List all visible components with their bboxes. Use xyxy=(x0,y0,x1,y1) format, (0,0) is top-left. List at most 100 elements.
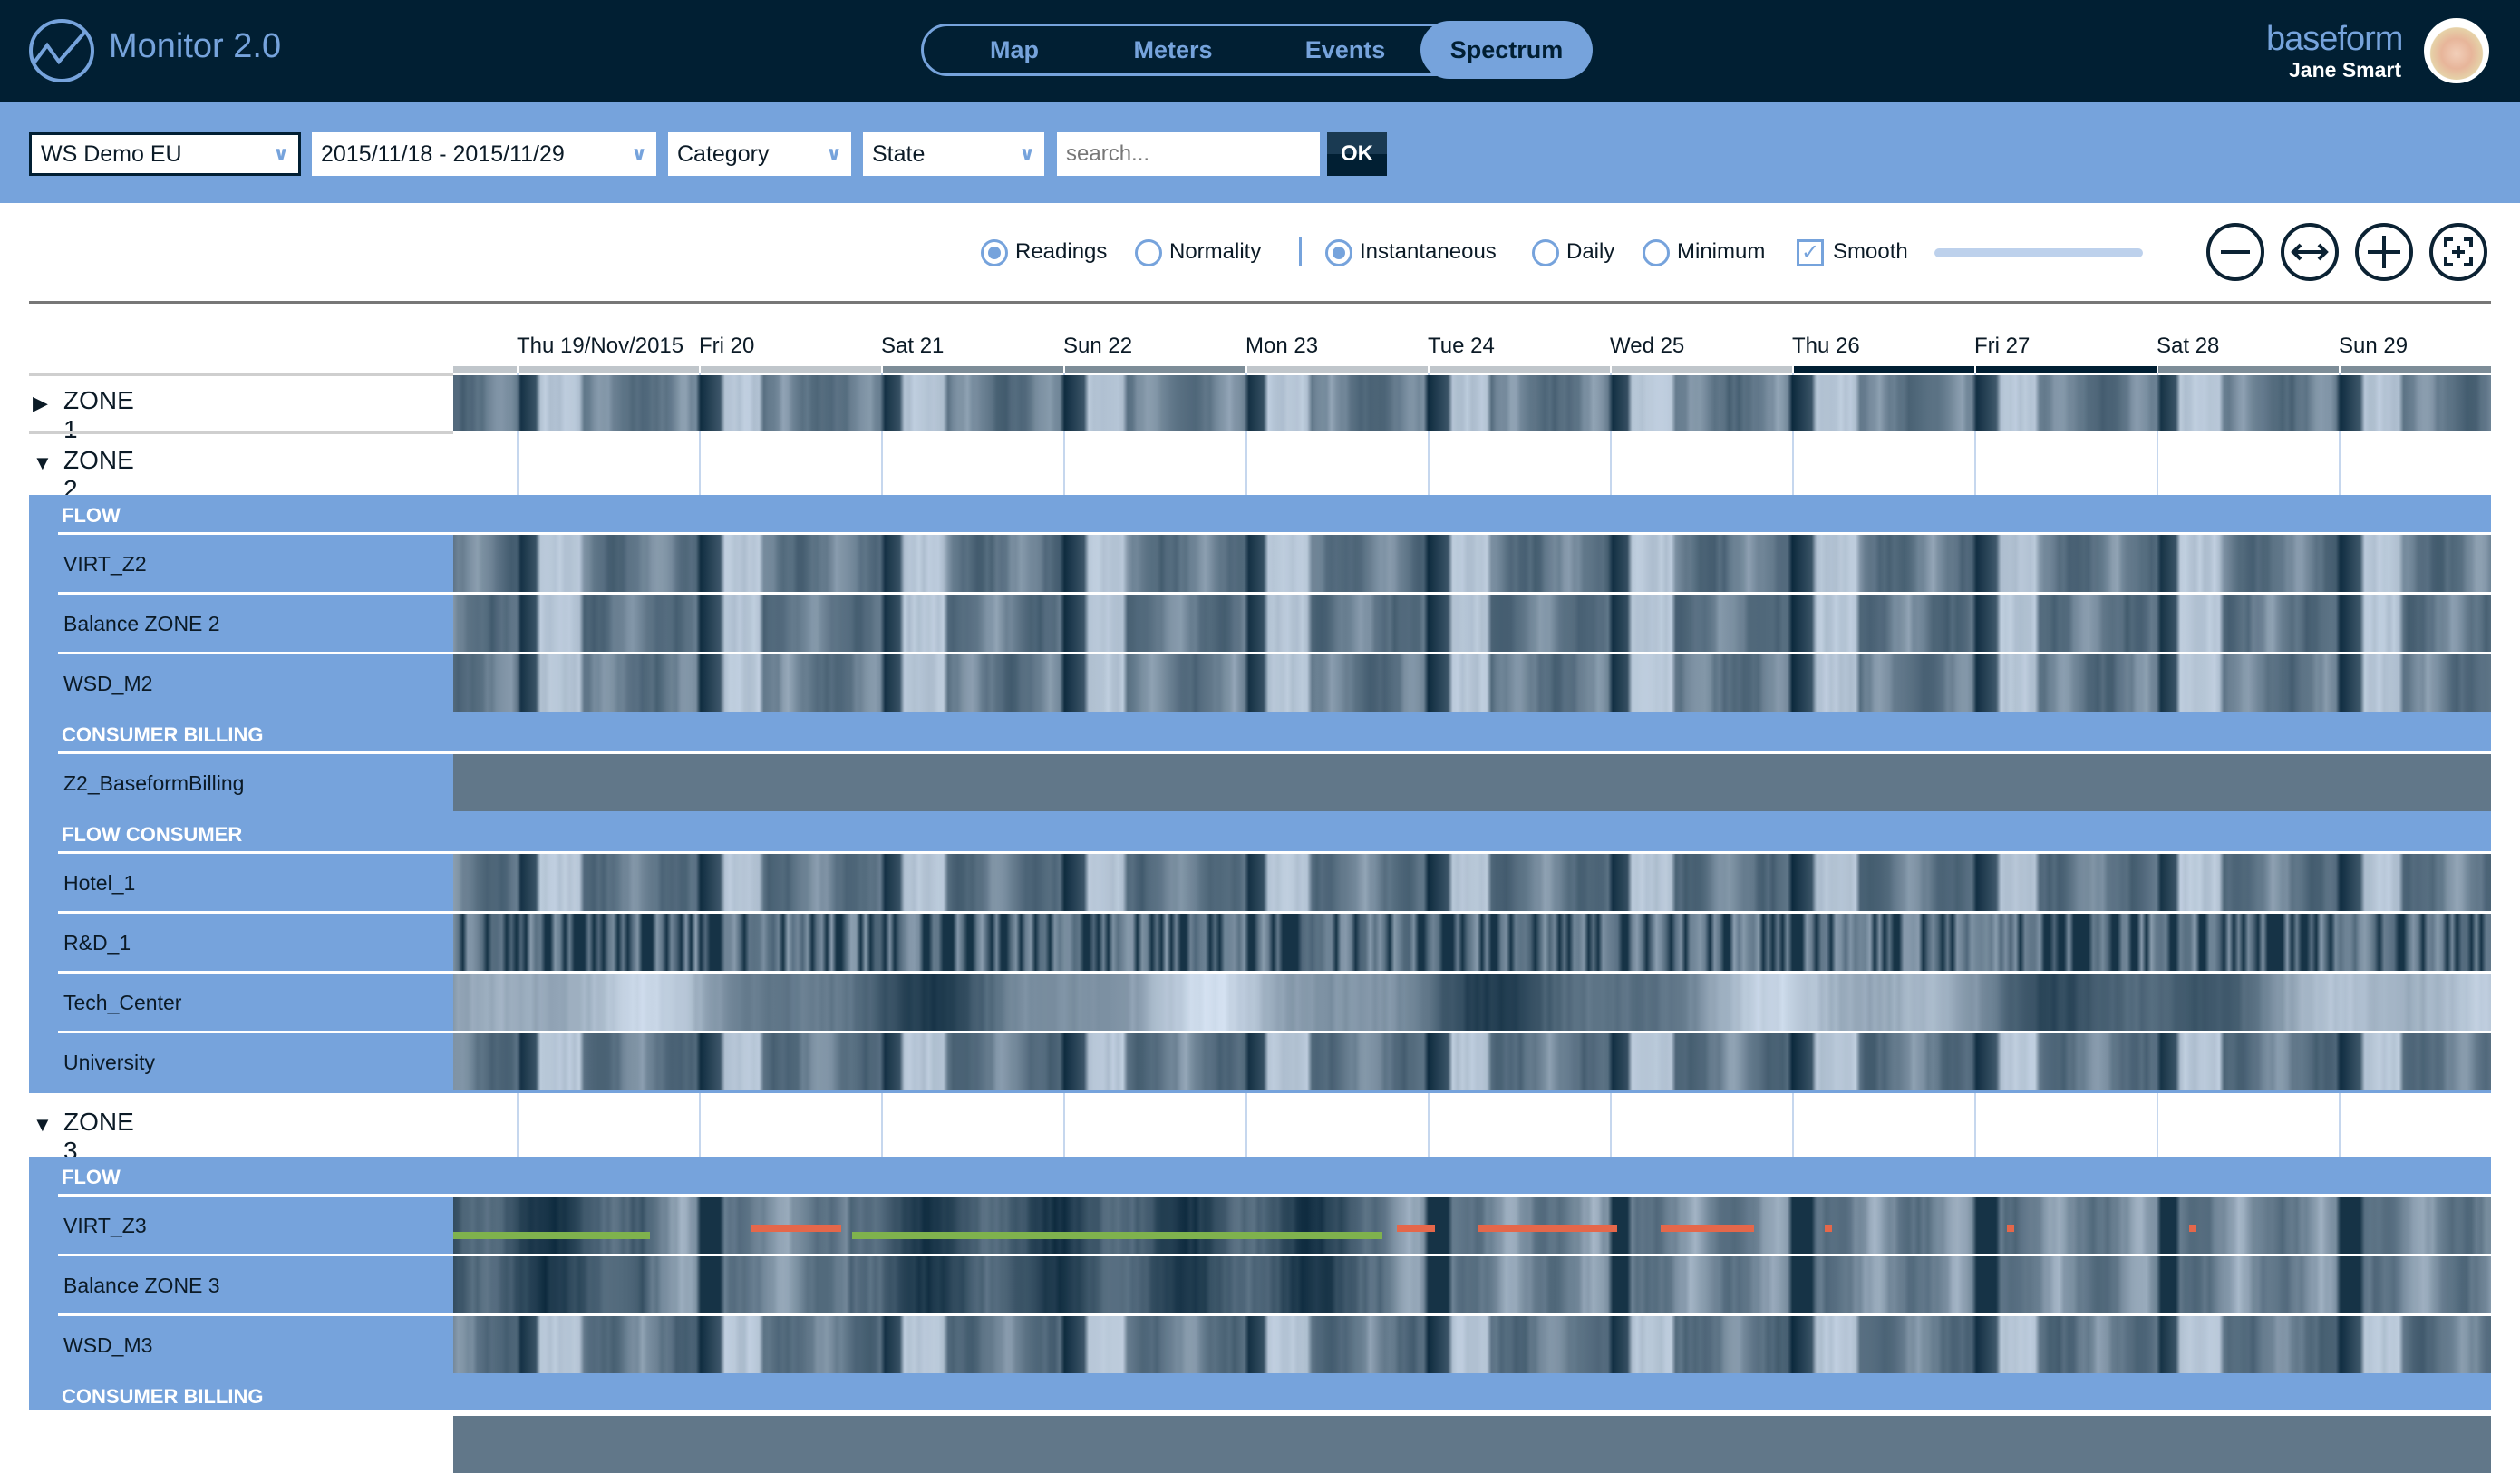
top-bar: Monitor 2.0 Map Meters Events Spectrum b… xyxy=(0,0,2520,102)
day-strip[interactable] xyxy=(883,366,1063,373)
chevron-down-icon: ∨ xyxy=(1019,142,1035,165)
event-marker-alarm[interactable] xyxy=(1661,1225,1754,1232)
heatmap-strip[interactable] xyxy=(453,535,2491,592)
heatmap-strip[interactable] xyxy=(453,754,2491,811)
smooth-checkbox[interactable]: ✓ Smooth xyxy=(1797,237,1908,266)
smooth-slider[interactable] xyxy=(1934,248,2143,257)
chevron-down-icon: ∨ xyxy=(826,142,842,165)
day-strip[interactable] xyxy=(1976,366,2157,373)
day-strip[interactable] xyxy=(1612,366,1792,373)
event-marker-alarm[interactable] xyxy=(1396,1225,1436,1232)
event-marker-alarm[interactable] xyxy=(1478,1225,1618,1232)
event-marker-alarm[interactable] xyxy=(2007,1225,2015,1232)
meter-label[interactable]: WSD_M3 xyxy=(63,1333,152,1358)
day-label[interactable]: Fri 27 xyxy=(1974,334,2030,359)
radio-icon xyxy=(1532,238,1559,266)
meter-label[interactable]: WSD_M2 xyxy=(63,672,152,696)
zoom-selection-icon xyxy=(2444,237,2473,266)
day-label[interactable]: Sun 29 xyxy=(2339,334,2408,359)
tab-spectrum[interactable]: Spectrum xyxy=(1420,21,1593,79)
meter-label[interactable]: Hotel_1 xyxy=(63,871,135,896)
category-label: FLOW xyxy=(62,504,121,527)
meter-label[interactable]: VIRT_Z2 xyxy=(63,552,147,577)
day-strip[interactable] xyxy=(2341,366,2491,373)
heatmap-strip[interactable] xyxy=(453,1033,2491,1090)
meter-label[interactable]: R&D_1 xyxy=(63,931,131,955)
divider xyxy=(1299,237,1302,266)
date-range-select[interactable]: 2015/11/18 - 2015/11/29 ∨ xyxy=(312,132,656,176)
day-strip[interactable] xyxy=(519,366,699,373)
minus-icon xyxy=(2221,250,2250,254)
radio-minimum[interactable]: Minimum xyxy=(1643,237,1765,266)
ok-button[interactable]: OK xyxy=(1327,132,1387,176)
fit-width-button[interactable] xyxy=(2281,223,2339,281)
day-strip[interactable] xyxy=(701,366,881,373)
meter-label[interactable]: University xyxy=(63,1051,155,1075)
day-strip[interactable] xyxy=(2158,366,2339,373)
caret-down-icon[interactable]: ▼ xyxy=(33,451,53,475)
state-select[interactable]: State ∨ xyxy=(863,132,1044,176)
line-chart-circle-icon[interactable] xyxy=(27,18,96,83)
event-marker-normal[interactable] xyxy=(453,1232,650,1239)
day-label[interactable]: Mon 23 xyxy=(1245,334,1318,359)
radio-daily[interactable]: Daily xyxy=(1532,237,1614,266)
user-name[interactable]: Jane Smart xyxy=(2289,58,2401,82)
event-marker-alarm[interactable] xyxy=(1825,1225,1833,1232)
meter-label[interactable]: Balance ZONE 2 xyxy=(63,612,220,636)
chevron-down-icon: ∨ xyxy=(273,142,289,165)
caret-right-icon[interactable]: ▶ xyxy=(33,392,48,415)
event-marker-alarm[interactable] xyxy=(751,1225,841,1232)
heatmap-strip[interactable] xyxy=(453,595,2491,652)
heatmap-strip[interactable] xyxy=(453,1316,2491,1373)
day-strip[interactable] xyxy=(1430,366,1610,373)
day-strip[interactable] xyxy=(1794,366,1974,373)
radio-readings[interactable]: Readings xyxy=(981,237,1107,266)
zoom-selection-button[interactable] xyxy=(2429,223,2487,281)
day-label[interactable]: Thu 26 xyxy=(1792,334,1860,359)
heatmap-strip[interactable] xyxy=(453,1256,2491,1313)
tab-events[interactable]: Events xyxy=(1277,26,1413,73)
search-input[interactable] xyxy=(1057,132,1320,176)
category-label: CONSUMER BILLING xyxy=(62,723,264,746)
heatmap-strip[interactable] xyxy=(453,1416,2491,1473)
meter-label[interactable]: Tech_Center xyxy=(63,991,181,1015)
heatmap-strip[interactable] xyxy=(453,854,2491,911)
zone-divider xyxy=(29,373,453,376)
day-label[interactable]: Fri 20 xyxy=(699,334,754,359)
tab-map[interactable]: Map xyxy=(960,26,1069,73)
heatmap-strip[interactable] xyxy=(453,974,2491,1031)
meter-label[interactable]: VIRT_Z3 xyxy=(63,1214,147,1238)
zoom-in-button[interactable] xyxy=(2355,223,2413,281)
category-select[interactable]: Category ∨ xyxy=(668,132,851,176)
network-select[interactable]: WS Demo EU ∨ xyxy=(29,132,301,176)
radio-minimum-label: Minimum xyxy=(1677,239,1766,264)
heatmap-strip[interactable] xyxy=(453,914,2491,971)
event-marker-alarm[interactable] xyxy=(2189,1225,2197,1232)
zoom-out-button[interactable] xyxy=(2206,223,2264,281)
radio-readings-label: Readings xyxy=(1015,239,1108,264)
day-strip[interactable] xyxy=(1247,366,1428,373)
radio-normality[interactable]: Normality xyxy=(1135,237,1261,266)
plus-icon xyxy=(2368,236,2400,268)
heatmap-strip[interactable] xyxy=(453,654,2491,712)
day-label[interactable]: Tue 24 xyxy=(1428,334,1495,359)
radio-daily-label: Daily xyxy=(1566,239,1615,264)
divider xyxy=(29,301,2491,304)
meter-label[interactable]: Balance ZONE 3 xyxy=(63,1274,220,1298)
event-marker-normal[interactable] xyxy=(851,1232,1382,1239)
day-label[interactable]: Wed 25 xyxy=(1610,334,1684,359)
tab-meters[interactable]: Meters xyxy=(1105,26,1241,73)
day-label[interactable]: Sat 28 xyxy=(2157,334,2219,359)
avatar[interactable] xyxy=(2424,18,2489,83)
checkmark-icon: ✓ xyxy=(1797,238,1824,266)
day-label[interactable]: Sun 22 xyxy=(1063,334,1132,359)
heatmap-strip[interactable] xyxy=(453,375,2491,431)
chevron-down-icon: ∨ xyxy=(631,142,647,165)
day-label[interactable]: Sat 21 xyxy=(881,334,944,359)
radio-icon xyxy=(1325,238,1352,266)
day-strip[interactable] xyxy=(1065,366,1245,373)
meter-label[interactable]: Z2_BaseformBilling xyxy=(63,771,244,796)
day-label[interactable]: Thu 19/Nov/2015 xyxy=(517,334,683,359)
caret-down-icon[interactable]: ▼ xyxy=(33,1113,53,1137)
radio-instantaneous[interactable]: Instantaneous xyxy=(1325,237,1497,266)
